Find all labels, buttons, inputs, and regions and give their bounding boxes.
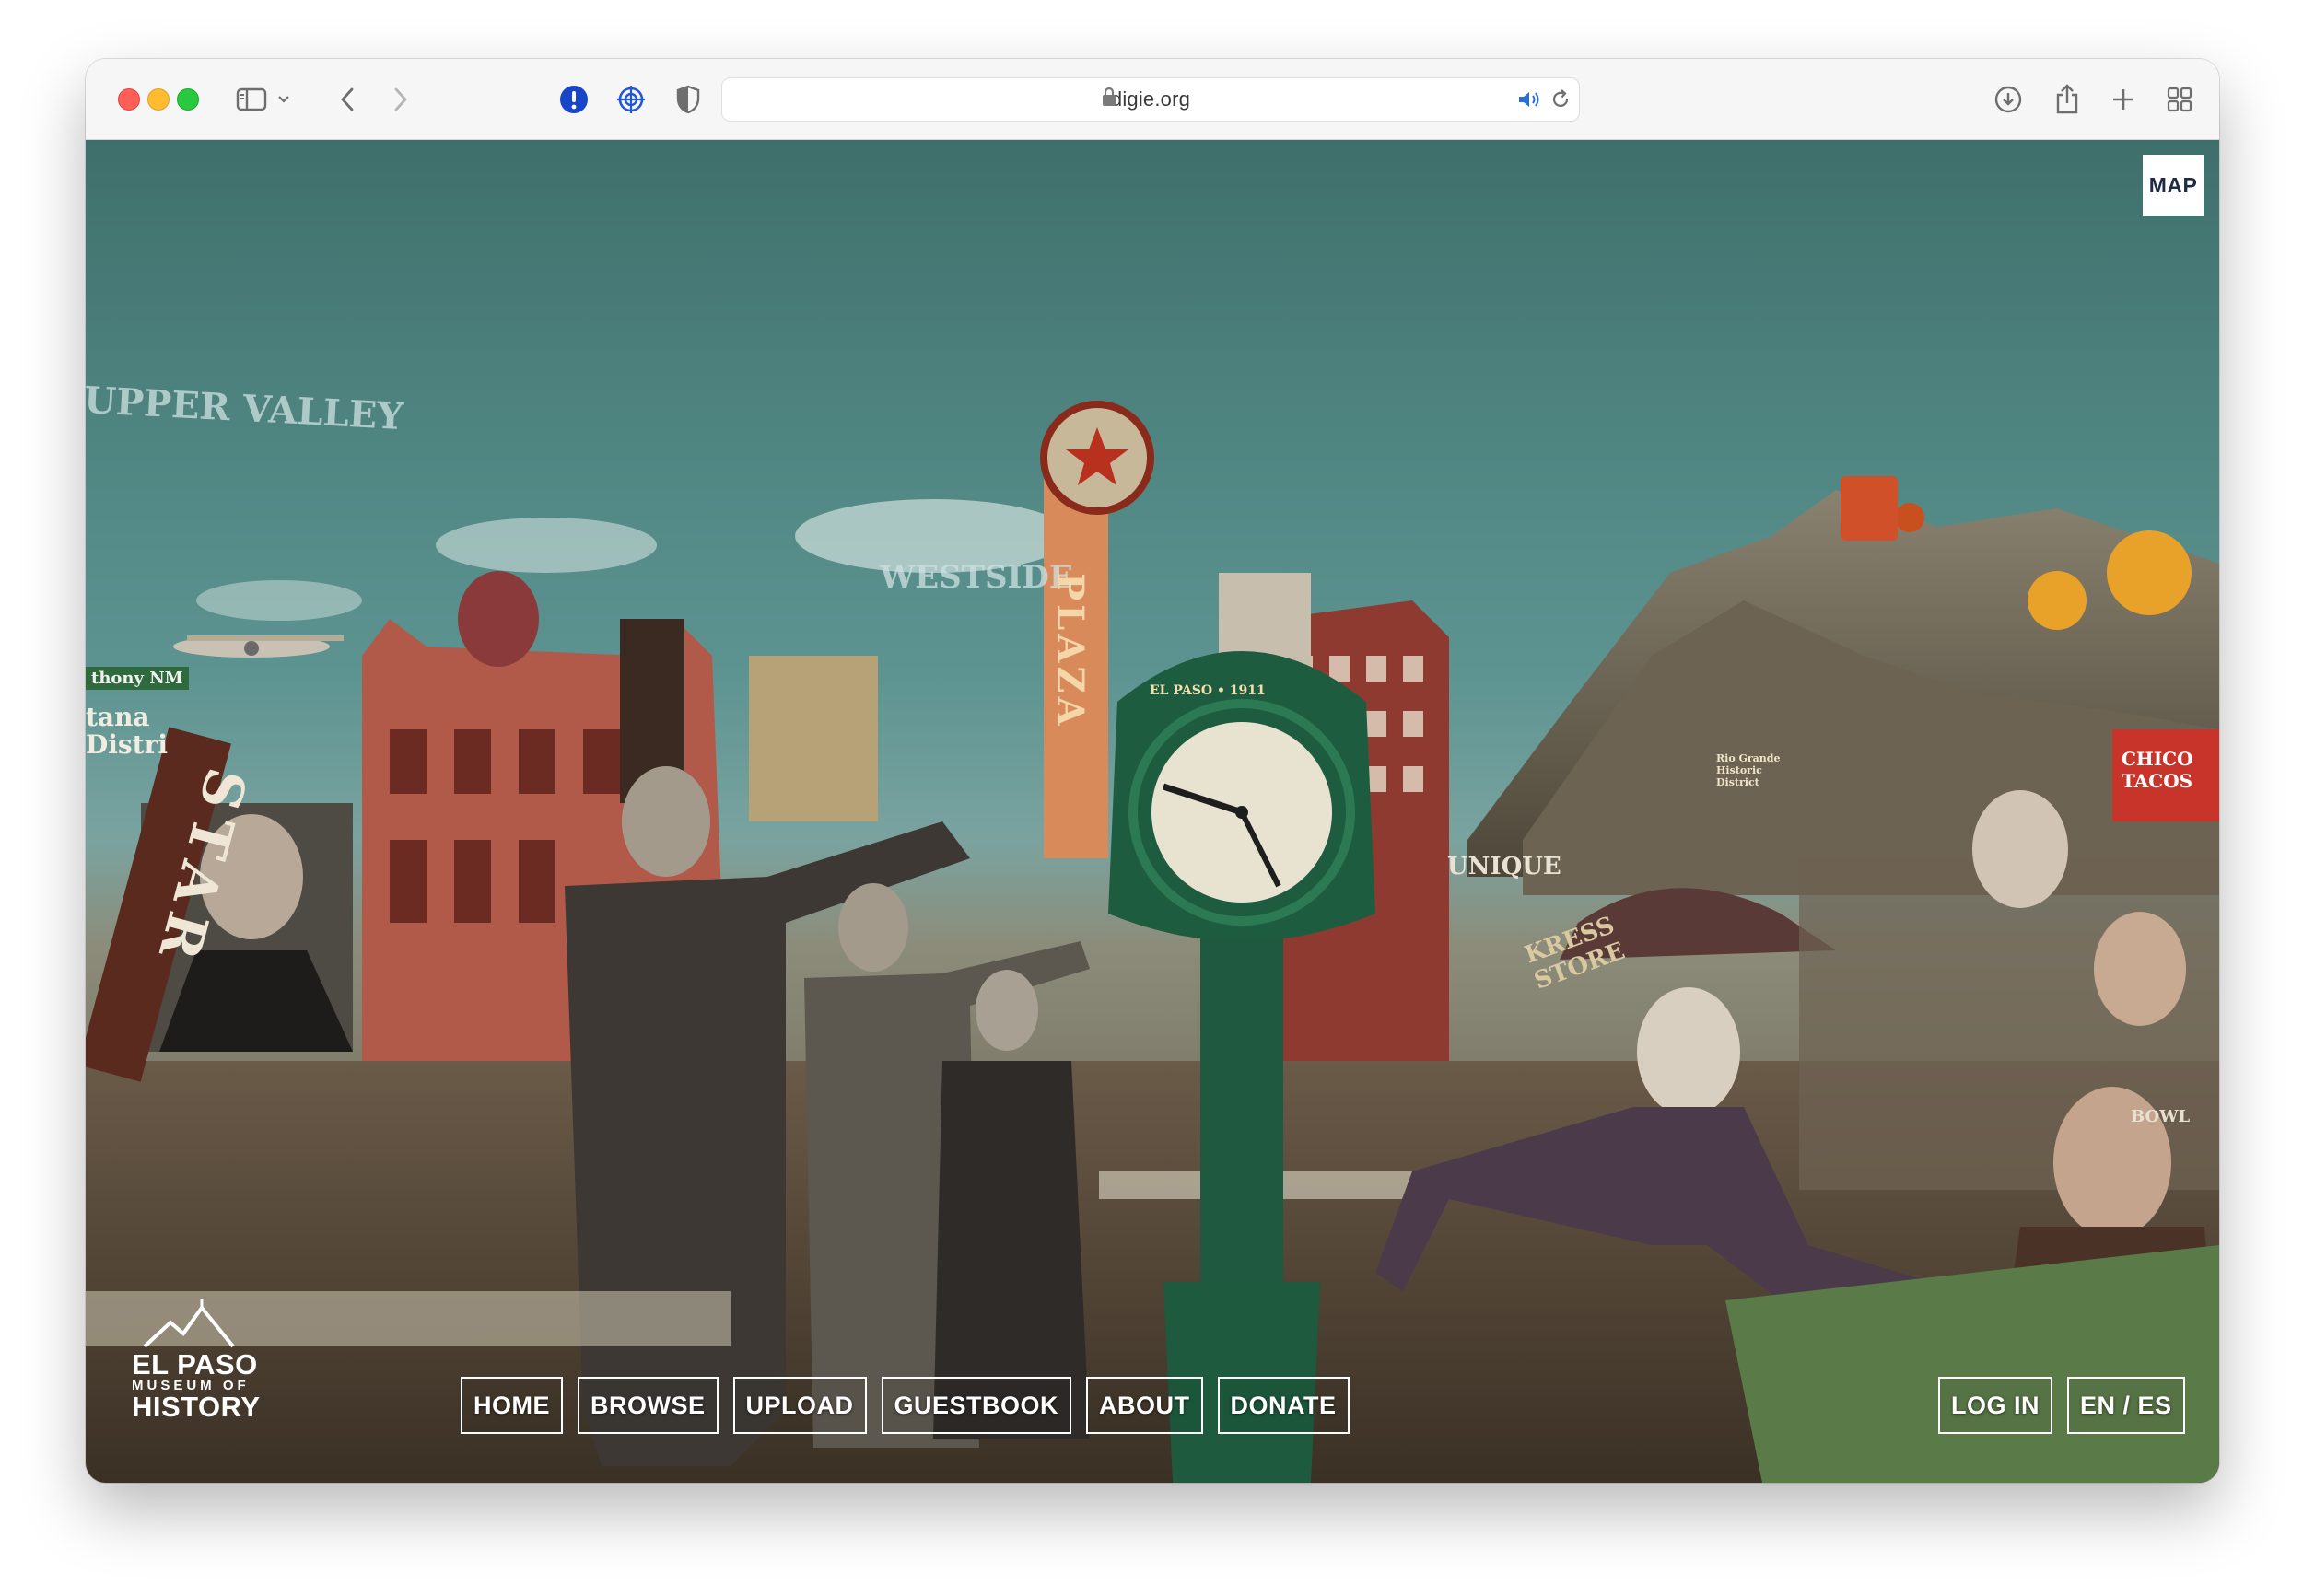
nav-guestbook-button[interactable]: GUESTBOOK — [881, 1377, 1072, 1434]
back-arrow-icon[interactable] — [327, 79, 368, 120]
alert-extension-icon[interactable] — [554, 79, 594, 120]
chevron-down-icon[interactable] — [273, 79, 295, 120]
westside-label[interactable]: WESTSIDE — [880, 559, 1073, 596]
hot-air-balloon — [458, 571, 539, 667]
speaker-icon[interactable] — [1516, 88, 1542, 115]
plaza-sign-text: PLAZA — [1048, 573, 1092, 729]
bowl-sign: BOWL — [2131, 1107, 2191, 1126]
vintage-airplane — [173, 635, 344, 658]
reload-icon[interactable] — [1549, 88, 1572, 115]
unique-sign: UNIQUE — [1447, 853, 1561, 880]
cloud — [436, 518, 657, 573]
browser-window: digie.org UPPER VALLEY WESTSIDE PLAZA ST… — [86, 59, 2219, 1483]
tab-overview-icon[interactable] — [2159, 79, 2200, 120]
aerial-tram-car — [1841, 476, 1898, 541]
new-tab-plus-icon[interactable] — [2103, 79, 2144, 120]
nav-donate-button[interactable]: DONATE — [1217, 1377, 1350, 1434]
share-icon[interactable] — [2047, 79, 2087, 120]
logo-mountain-icon — [143, 1299, 235, 1348]
nav-about-button[interactable]: ABOUT — [1086, 1377, 1203, 1434]
cloud — [196, 580, 362, 621]
address-bar[interactable]: digie.org — [721, 77, 1580, 122]
sandstone-building — [749, 656, 878, 821]
logo-line-el-paso: EL PASO — [132, 1348, 258, 1380]
minimize-window-button[interactable] — [147, 88, 170, 111]
login-button[interactable]: LOG IN — [1938, 1377, 2052, 1434]
downloads-icon[interactable] — [1988, 79, 2028, 120]
url-text[interactable]: digie.org — [722, 78, 1579, 121]
logo-line-history: HISTORY — [132, 1391, 261, 1423]
close-window-button[interactable] — [118, 88, 140, 111]
santana-district-sign: tana Distri — [86, 702, 169, 760]
lock-icon — [1102, 87, 1116, 111]
el-paso-collage-image[interactable] — [86, 140, 2219, 1483]
rio-grande-sign: Rio Grande Historic District — [1716, 752, 1781, 788]
browser-toolbar: digie.org — [86, 59, 2219, 140]
main-nav: HOME BROWSE UPLOAD GUESTBOOK ABOUT DONAT… — [461, 1377, 1350, 1434]
el-paso-museum-logo[interactable]: EL PASO MUSEUM OF HISTORY — [132, 1299, 261, 1421]
target-extension-icon[interactable] — [611, 79, 651, 120]
anthony-nm-sign: thony NM — [86, 667, 189, 690]
forward-arrow-icon[interactable] — [380, 79, 421, 120]
nav-upload-button[interactable]: UPLOAD — [732, 1377, 867, 1434]
nav-home-button[interactable]: HOME — [461, 1377, 563, 1434]
chico-tacos-text: CHICO TACOS — [2122, 748, 2193, 792]
zoom-window-button[interactable] — [177, 88, 199, 111]
account-nav: LOG IN EN / ES — [1938, 1377, 2185, 1434]
nav-browse-button[interactable]: BROWSE — [578, 1377, 719, 1434]
clock-label: EL PASO • 1911 — [1150, 683, 1266, 698]
language-toggle-button[interactable]: EN / ES — [2067, 1377, 2185, 1434]
collage-page: UPPER VALLEY WESTSIDE PLAZA STAR EL PASO… — [86, 140, 2219, 1483]
map-button[interactable]: MAP — [2143, 155, 2204, 216]
sidebar-toggle-icon[interactable] — [231, 79, 272, 120]
privacy-shield-icon[interactable] — [668, 79, 708, 120]
